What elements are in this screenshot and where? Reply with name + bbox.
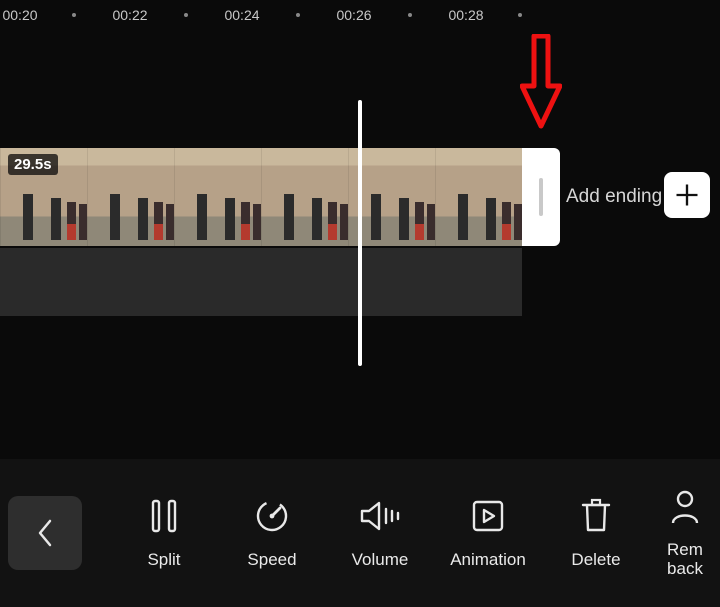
delete-tool[interactable]: Delete xyxy=(542,496,650,570)
editor-toolbar: Split Speed xyxy=(0,459,720,607)
tool-label: Split xyxy=(147,550,180,570)
clip-trim-handle[interactable] xyxy=(522,148,560,246)
clip-thumbnail xyxy=(87,148,174,246)
ruler-tick-label: 00:28 xyxy=(448,7,483,23)
tool-label: Animation xyxy=(450,550,526,570)
tool-label: Delete xyxy=(571,550,620,570)
person-icon xyxy=(669,489,701,525)
trash-icon xyxy=(580,498,612,534)
clip-thumbnail xyxy=(261,148,348,246)
ruler-tick-dot xyxy=(184,13,188,17)
speed-tool[interactable]: Speed xyxy=(218,496,326,570)
animation-icon xyxy=(471,499,505,533)
ruler-tick-dot xyxy=(296,13,300,17)
ruler-tick-label: 00:20 xyxy=(2,7,37,23)
clip-thumbnail xyxy=(435,148,522,246)
ruler-tick-label: 00:26 xyxy=(336,7,371,23)
add-ending-label[interactable]: Add ending xyxy=(566,148,662,246)
back-button[interactable] xyxy=(8,496,82,570)
tool-label: Remback xyxy=(667,541,703,578)
volume-icon xyxy=(359,500,401,532)
plus-icon xyxy=(673,181,701,209)
video-editor-root: { "ruler": { "ticks": ["00:20", "00:22",… xyxy=(0,0,720,607)
playhead[interactable] xyxy=(358,100,362,366)
ruler-tick-dot xyxy=(408,13,412,17)
speed-icon xyxy=(254,498,290,534)
ruler-tick-dot xyxy=(72,13,76,17)
ruler-tick-label: 00:22 xyxy=(112,7,147,23)
tool-label: Speed xyxy=(247,550,296,570)
volume-tool[interactable]: Volume xyxy=(326,496,434,570)
split-icon xyxy=(149,499,179,533)
ruler-tick-dot xyxy=(518,13,522,17)
tool-strip: Split Speed xyxy=(82,487,720,578)
add-clip-button[interactable] xyxy=(664,172,710,218)
tool-label: Volume xyxy=(352,550,409,570)
remove-background-tool[interactable]: Remback xyxy=(650,487,720,578)
clip-thumbnail xyxy=(174,148,261,246)
annotation-arrow-icon xyxy=(520,34,562,130)
ruler-tick-label: 00:24 xyxy=(224,7,259,23)
video-clip[interactable]: 29.5s xyxy=(0,148,522,246)
chevron-left-icon xyxy=(34,517,56,549)
animation-tool[interactable]: Animation xyxy=(434,496,542,570)
split-tool[interactable]: Split xyxy=(110,496,218,570)
timeline-ruler[interactable]: 00:20 00:22 00:24 00:26 00:28 xyxy=(0,0,720,30)
clip-duration-badge: 29.5s xyxy=(8,154,58,175)
secondary-track[interactable] xyxy=(0,248,522,316)
